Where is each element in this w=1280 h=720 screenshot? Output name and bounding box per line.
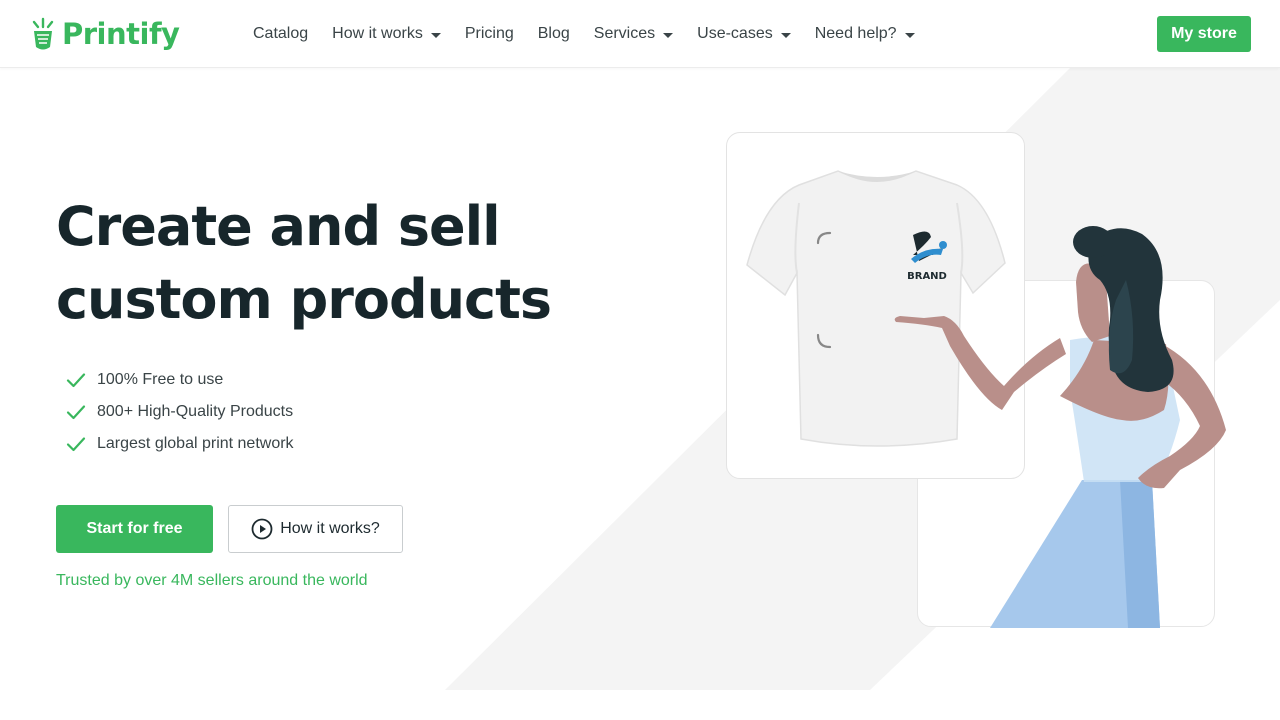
trusted-text: Trusted by over 4M sellers around the wo… xyxy=(56,572,368,589)
nav-item-services[interactable]: Services xyxy=(593,25,674,43)
nav-item-blog[interactable]: Blog xyxy=(538,25,570,43)
brand-label: BRAND xyxy=(907,271,947,282)
how-it-works-label: How it works? xyxy=(280,520,380,537)
nav-label: Services xyxy=(593,25,656,42)
nav-item-pricing[interactable]: Pricing xyxy=(465,25,514,43)
tshirt-card: BRAND xyxy=(726,132,1025,479)
hero-section: Create and sell custom products 100% Fre… xyxy=(56,190,616,590)
chevron-down-icon xyxy=(663,32,674,38)
play-circle-icon xyxy=(251,518,273,540)
nav-item-how-it-works[interactable]: How it works xyxy=(332,25,441,43)
feature-label: Largest global print network xyxy=(97,435,294,452)
check-icon xyxy=(66,437,86,452)
nav-label: Catalog xyxy=(253,25,309,42)
list-item: 100% Free to use xyxy=(66,364,616,396)
printify-logo[interactable]: Printify xyxy=(30,14,180,54)
feature-label: 100% Free to use xyxy=(97,371,224,388)
check-icon xyxy=(66,405,86,420)
nav-label: How it works xyxy=(332,25,423,42)
chevron-down-icon xyxy=(780,32,791,38)
logo-icon xyxy=(32,17,54,50)
list-item: Largest global print network xyxy=(66,428,616,460)
feature-label: 800+ High-Quality Products xyxy=(97,403,294,420)
chevron-down-icon xyxy=(904,32,915,38)
feature-list: 100% Free to use 800+ High-Quality Produ… xyxy=(66,364,616,460)
list-item: 800+ High-Quality Products xyxy=(66,396,616,428)
nav-label: Pricing xyxy=(464,25,514,42)
brand-name: Printify xyxy=(62,17,180,51)
title-line-2: custom products xyxy=(56,268,552,331)
how-it-works-button[interactable]: How it works? xyxy=(228,505,403,553)
check-icon xyxy=(66,373,86,388)
site-header: Printify Catalog How it works Pricing Bl… xyxy=(0,0,1280,68)
nav-item-need-help[interactable]: Need help? xyxy=(815,25,915,43)
nav-label: Blog xyxy=(537,25,570,42)
nav-label: Use-cases xyxy=(697,25,773,42)
page-title: Create and sell custom products xyxy=(56,190,616,336)
title-line-1: Create and sell xyxy=(56,195,501,258)
cta-row: Start for free How it works? xyxy=(56,505,616,553)
main-nav: Catalog How it works Pricing Blog Servic… xyxy=(253,0,939,68)
nav-item-use-cases[interactable]: Use-cases xyxy=(697,25,791,43)
chevron-down-icon xyxy=(430,32,441,38)
start-for-free-button[interactable]: Start for free xyxy=(56,505,213,553)
nav-item-catalog[interactable]: Catalog xyxy=(253,25,308,43)
nav-label: Need help? xyxy=(814,25,897,42)
my-store-button[interactable]: My store xyxy=(1157,16,1251,52)
tshirt-illustration: BRAND xyxy=(746,170,1006,447)
